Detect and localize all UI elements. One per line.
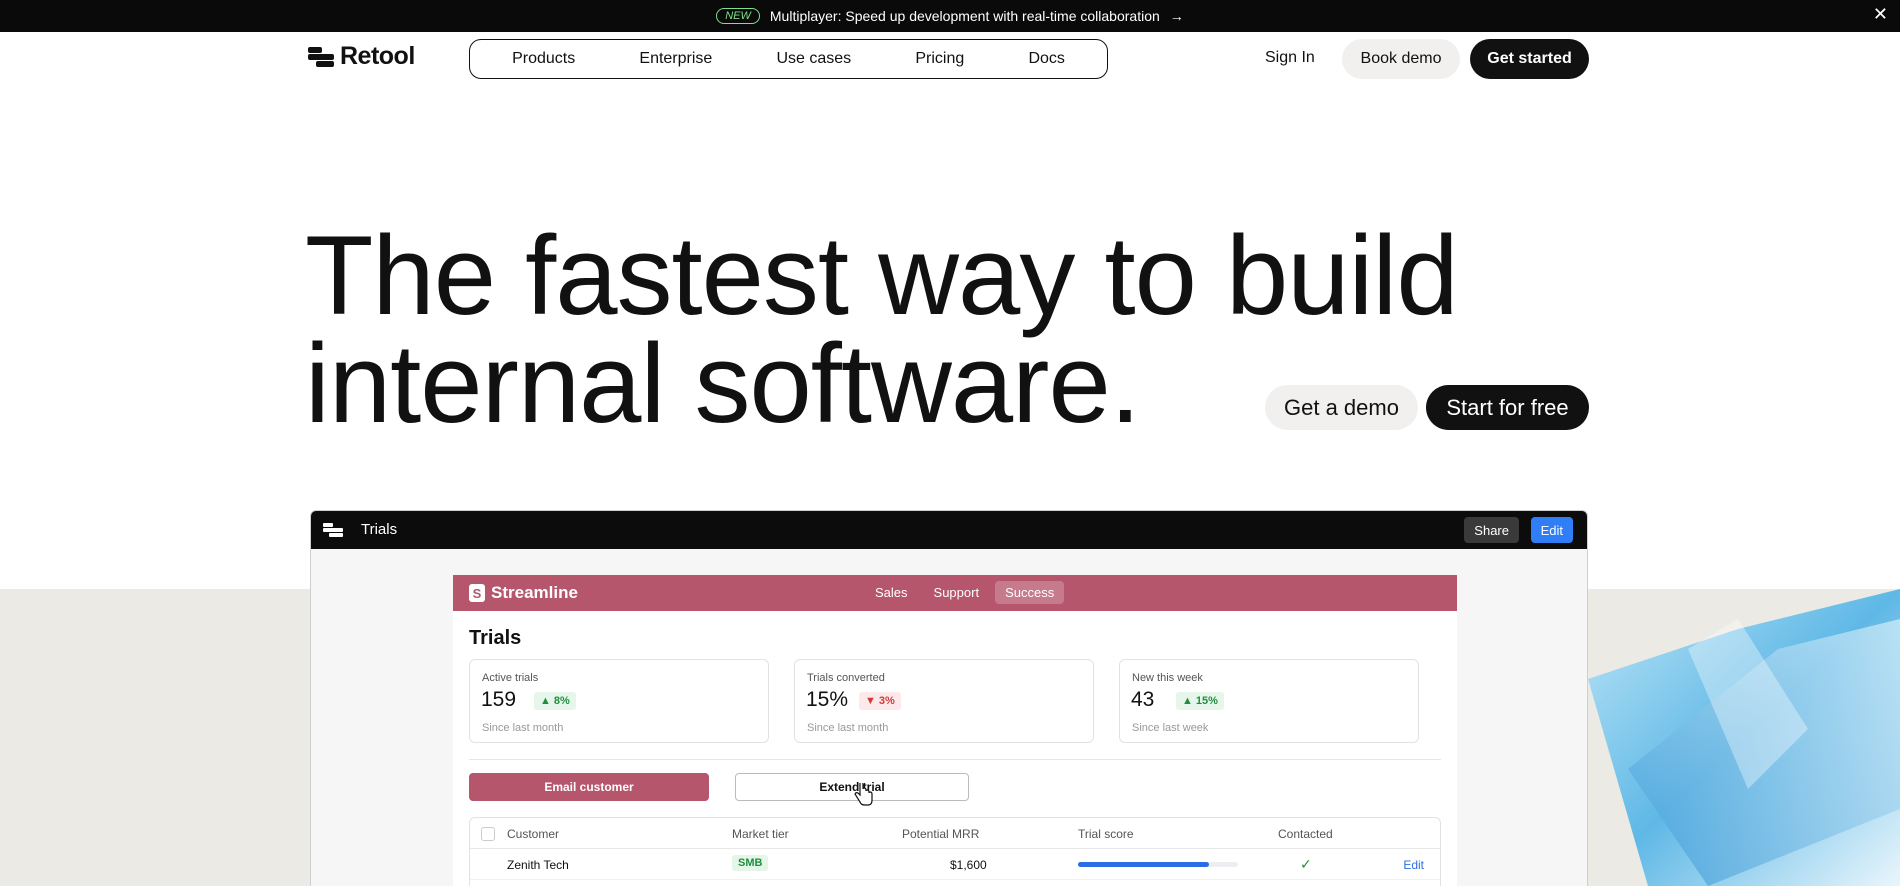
kpi-change: 3% xyxy=(878,695,895,707)
streamline-logo-icon: S xyxy=(469,584,485,602)
kpi-change-badge: ▲ 8% xyxy=(534,692,576,710)
streamline-tabs: Sales Support Success xyxy=(865,581,1065,604)
kpi-subtext: Since last month xyxy=(807,722,889,734)
retool-logo-icon xyxy=(308,44,334,70)
nav-enterprise[interactable]: Enterprise xyxy=(639,50,712,68)
retool-app-icon[interactable] xyxy=(323,521,343,539)
arrow-right-icon: → xyxy=(1169,8,1184,24)
market-tier-badge: SMB xyxy=(732,855,769,871)
app-toolbar: Trials Share Edit xyxy=(311,511,1587,549)
streamline-app: S Streamline Sales Support Success Trial… xyxy=(453,575,1457,886)
nav-pricing[interactable]: Pricing xyxy=(915,50,964,68)
page-title: Trials xyxy=(469,627,522,649)
kpi-label: Active trials xyxy=(482,672,539,684)
brand-name: Retool xyxy=(340,42,415,70)
share-button[interactable]: Share xyxy=(1464,517,1519,543)
edit-button[interactable]: Edit xyxy=(1530,517,1573,543)
email-customer-button[interactable]: Email customer xyxy=(469,773,709,801)
trial-score-bar xyxy=(1078,862,1238,867)
kpi-label: New this week xyxy=(1132,672,1203,684)
start-for-free-button[interactable]: Start for free xyxy=(1426,385,1589,430)
extend-trial-button[interactable]: Extend trial xyxy=(735,773,969,801)
column-header-trial-score[interactable]: Trial score xyxy=(1078,827,1134,841)
new-badge: NEW xyxy=(716,8,760,24)
decorative-glass-shape xyxy=(1588,589,1900,886)
hand-pointer-icon xyxy=(854,783,873,806)
nav-docs[interactable]: Docs xyxy=(1028,50,1064,68)
column-header-market-tier[interactable]: Market tier xyxy=(732,827,789,841)
nav-use-cases[interactable]: Use cases xyxy=(776,50,851,68)
hero-title-line-2: internal software. xyxy=(305,321,1141,446)
hero-title-line-1: The fastest way to build xyxy=(305,213,1459,338)
table-row-partial[interactable]: SMB xyxy=(470,880,1440,886)
trials-table: Customer Market tier Potential MRR Trial… xyxy=(469,817,1441,886)
tab-support[interactable]: Support xyxy=(924,581,990,604)
close-icon[interactable]: ✕ xyxy=(1873,4,1888,25)
kpi-subtext: Since last month xyxy=(482,722,564,734)
kpi-change-badge: ▼ 3% xyxy=(859,692,901,710)
kpi-card-trials-converted: Trials converted 15% ▼ 3% Since last mon… xyxy=(794,659,1094,743)
kpi-card-new-this-week: New this week 43 ▲ 15% Since last week xyxy=(1119,659,1419,743)
divider xyxy=(469,759,1441,760)
app-title: Trials xyxy=(361,521,398,538)
check-icon: ✓ xyxy=(1300,856,1312,872)
column-header-potential-mrr[interactable]: Potential MRR xyxy=(902,827,979,841)
streamline-logo[interactable]: S Streamline xyxy=(469,583,578,603)
triangle-down-icon: ▼ xyxy=(865,695,876,707)
triangle-up-icon: ▲ xyxy=(1182,695,1193,707)
retool-logo[interactable]: Retool xyxy=(308,42,415,71)
kpi-value: 159 xyxy=(481,688,517,711)
edit-row-link[interactable]: Edit xyxy=(1403,858,1424,872)
mrr-cell: $1,600 xyxy=(950,858,987,872)
nav-products[interactable]: Products xyxy=(512,50,575,68)
tab-success[interactable]: Success xyxy=(995,581,1065,604)
kpi-change: 15% xyxy=(1195,695,1218,707)
book-demo-button[interactable]: Book demo xyxy=(1342,39,1460,79)
get-started-button[interactable]: Get started xyxy=(1470,39,1589,79)
tab-sales[interactable]: Sales xyxy=(865,581,918,604)
column-header-contacted[interactable]: Contacted xyxy=(1278,827,1333,841)
kpi-card-active-trials: Active trials 159 ▲ 8% Since last month xyxy=(469,659,769,743)
kpi-change-badge: ▲ 15% xyxy=(1176,692,1224,710)
get-a-demo-button[interactable]: Get a demo xyxy=(1265,385,1418,430)
column-header-customer[interactable]: Customer xyxy=(507,827,559,841)
customer-cell: Zenith Tech xyxy=(507,858,569,872)
table-header: Customer Market tier Potential MRR Trial… xyxy=(470,818,1440,849)
kpi-value: 43 xyxy=(1131,688,1155,711)
announcement-text[interactable]: Multiplayer: Speed up development with r… xyxy=(770,8,1160,24)
sign-in-link[interactable]: Sign In xyxy=(1265,49,1315,67)
kpi-subtext: Since last week xyxy=(1132,722,1209,734)
streamline-navbar: S Streamline Sales Support Success xyxy=(453,575,1457,611)
kpi-change: 8% xyxy=(553,695,570,707)
select-all-checkbox[interactable] xyxy=(481,827,495,841)
main-nav: Products Enterprise Use cases Pricing Do… xyxy=(469,39,1108,79)
trial-score-fill xyxy=(1078,862,1210,867)
streamline-brand: Streamline xyxy=(491,583,578,602)
app-preview-window: Trials Share Edit S Streamline Sales Sup… xyxy=(310,510,1588,886)
kpi-value: 15% xyxy=(806,688,849,711)
announcement-bar[interactable]: NEW Multiplayer: Speed up development wi… xyxy=(0,0,1900,32)
triangle-up-icon: ▲ xyxy=(540,695,551,707)
kpi-label: Trials converted xyxy=(807,672,885,684)
table-row[interactable]: Zenith Tech SMB $1,600 ✓ Edit xyxy=(470,849,1440,880)
site-header: Retool Products Enterprise Use cases Pri… xyxy=(0,32,1900,86)
